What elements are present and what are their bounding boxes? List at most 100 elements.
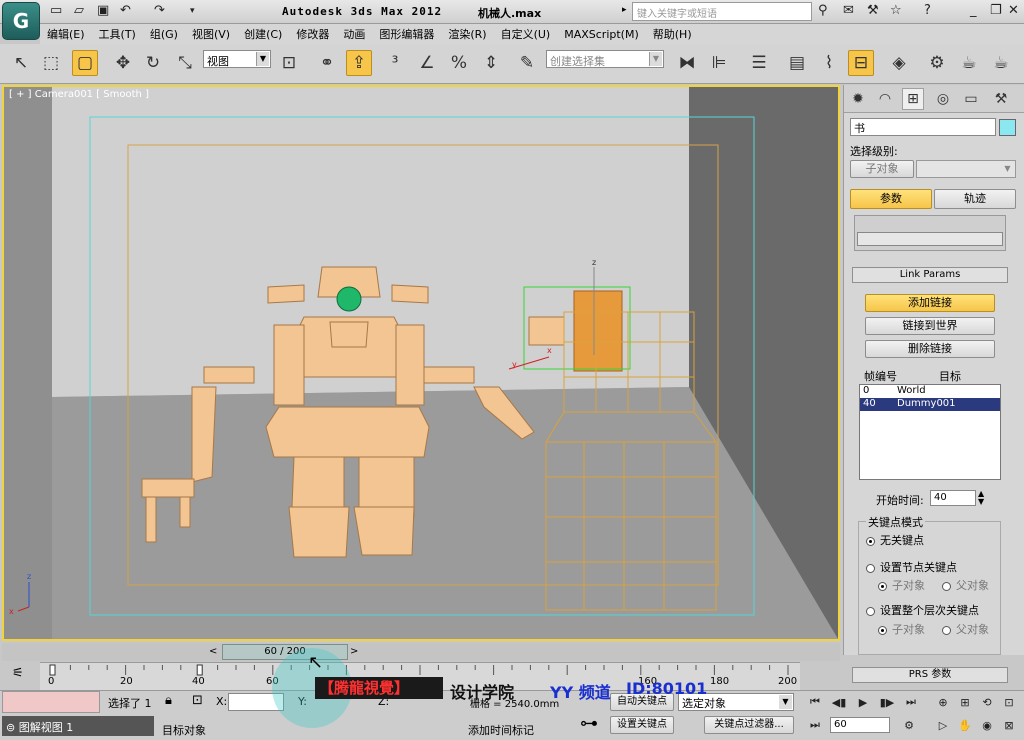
align-icon[interactable]: ⊫ bbox=[706, 50, 732, 76]
edit-named-selection-icon[interactable]: ✎ bbox=[514, 50, 540, 76]
viewport-maximize-icon[interactable]: ⊠ bbox=[1000, 717, 1018, 733]
menu-tools[interactable]: 工具(T) bbox=[92, 26, 143, 42]
select-region-icon[interactable]: ⬚ bbox=[38, 50, 64, 76]
maximize-viewport-icon[interactable]: ⊡ bbox=[1000, 694, 1018, 710]
maxscript-listener[interactable] bbox=[2, 691, 100, 713]
link-row[interactable]: 0 World bbox=[860, 385, 1000, 398]
rotate-icon[interactable]: ↻ bbox=[140, 50, 166, 76]
keyframe-marker[interactable] bbox=[196, 664, 203, 676]
hierarchy-tab-icon[interactable]: ⊞ bbox=[902, 88, 924, 110]
add-time-tag[interactable]: 添加时间标记 bbox=[468, 722, 534, 738]
move-icon[interactable]: ✥ bbox=[110, 50, 136, 76]
link-list[interactable]: 0 World 40 Dummy001 bbox=[859, 384, 1001, 480]
current-frame-field[interactable]: 60 bbox=[830, 717, 890, 733]
sub-object-button[interactable]: 子对象 bbox=[850, 160, 914, 178]
menu-maxscript[interactable]: MAXScript(M) bbox=[557, 28, 646, 41]
menu-create[interactable]: 创建(C) bbox=[237, 26, 289, 42]
reference-coord-dropdown[interactable]: 视图 ▼ bbox=[203, 50, 271, 68]
set-key-icon[interactable]: ⊶ bbox=[580, 713, 598, 734]
search-expand-icon[interactable]: ▸ bbox=[622, 5, 627, 15]
angle-snap-icon[interactable]: ∠ bbox=[414, 50, 440, 76]
snaps-toggle-icon[interactable]: ³ bbox=[382, 50, 408, 76]
link-row-selected[interactable]: 40 Dummy001 bbox=[860, 398, 1000, 411]
params-tab-button[interactable]: 参数 bbox=[850, 189, 932, 209]
minimize-icon[interactable]: _ bbox=[970, 3, 977, 18]
motion-tab-icon[interactable]: ◎ bbox=[932, 88, 954, 110]
material-editor-icon[interactable]: ◈ bbox=[886, 50, 912, 76]
no-key-option[interactable]: 无关键点 bbox=[866, 532, 924, 548]
tools-icon[interactable]: ⚒ bbox=[867, 3, 879, 18]
link-icon[interactable]: ⚭ bbox=[314, 50, 340, 76]
restore-icon[interactable]: ❐ bbox=[990, 3, 1002, 18]
key-filters-button[interactable]: 关键点过滤器... bbox=[704, 716, 794, 734]
create-tab-icon[interactable]: ✹ bbox=[847, 88, 869, 110]
help-icon[interactable]: ? bbox=[924, 3, 931, 18]
app-logo[interactable]: G bbox=[2, 2, 40, 40]
object-color-swatch[interactable] bbox=[999, 119, 1016, 136]
menu-graph-editors[interactable]: 图形编辑器 bbox=[372, 26, 441, 42]
hierarchy-parent-option[interactable]: 父对象 bbox=[942, 621, 989, 637]
zoom-all-icon[interactable]: ⊞ bbox=[956, 694, 974, 710]
menu-views[interactable]: 视图(V) bbox=[185, 26, 237, 42]
menu-group[interactable]: 组(G) bbox=[143, 26, 185, 42]
prev-frame-icon[interactable]: ◀▮ bbox=[830, 694, 848, 710]
orbit-icon[interactable]: ⟲ bbox=[978, 694, 996, 710]
communication-icon[interactable]: ✉ bbox=[843, 3, 854, 18]
mini-curve-editor-icon[interactable]: ⚟ bbox=[12, 666, 24, 681]
spinner-arrows-icon[interactable]: ▲ ▼ bbox=[978, 490, 984, 506]
keyframe-marker[interactable] bbox=[49, 664, 56, 676]
schematic-view-icon[interactable]: ⊟ bbox=[848, 50, 874, 76]
open-file-icon[interactable]: ▱ bbox=[74, 3, 84, 18]
curve-editor-icon[interactable]: ⌇ bbox=[816, 50, 842, 76]
render-production-icon[interactable]: ☕ bbox=[988, 50, 1014, 76]
sub-object-dropdown[interactable]: ▼ bbox=[916, 160, 1016, 178]
object-name-field[interactable]: 书 bbox=[850, 118, 996, 136]
goto-end-icon[interactable]: ⏭ bbox=[902, 694, 920, 710]
play-icon[interactable]: ▶ bbox=[854, 694, 872, 710]
link-to-world-button[interactable]: 链接到世界 bbox=[865, 317, 995, 335]
node-parent-option[interactable]: 父对象 bbox=[942, 577, 989, 593]
pan-icon[interactable]: ✋ bbox=[956, 717, 974, 733]
panel-scroll-area[interactable] bbox=[854, 215, 1006, 251]
hierarchy-key-option[interactable]: 设置整个层次关键点 bbox=[866, 602, 979, 618]
favorites-star-icon[interactable]: ☆ bbox=[890, 3, 902, 18]
menu-rendering[interactable]: 渲染(R) bbox=[441, 26, 493, 42]
orbit-camera-icon[interactable]: ◉ bbox=[978, 717, 996, 733]
search-input[interactable]: 键入关键字或短语 bbox=[632, 2, 812, 21]
schematic-view-tab[interactable]: ⊜ 图解视图 1 bbox=[2, 716, 154, 736]
new-file-icon[interactable]: ▭ bbox=[50, 3, 62, 18]
key-mode-toggle-icon[interactable]: ⏭ bbox=[806, 717, 824, 733]
add-link-button[interactable]: 添加链接 bbox=[865, 294, 995, 312]
next-frame-icon[interactable]: ▮▶ bbox=[878, 694, 896, 710]
spinner-snap-icon[interactable]: ⇕ bbox=[478, 50, 504, 76]
zoom-icon[interactable]: ⊕ bbox=[934, 694, 952, 710]
named-selection-set-dropdown[interactable]: 创建选择集 ▼ bbox=[546, 50, 664, 68]
quick-access-dropdown-icon[interactable]: ▾ bbox=[190, 6, 195, 16]
start-time-spinner[interactable]: 40 bbox=[930, 490, 976, 506]
next-frame-arrow-icon[interactable]: > bbox=[350, 646, 358, 657]
camera-viewport[interactable]: y z x z x [ + ] Camera001 [ Smooth ] bbox=[2, 85, 840, 641]
menu-animation[interactable]: 动画 bbox=[336, 26, 372, 42]
field-of-view-icon[interactable]: ▷ bbox=[934, 717, 952, 733]
pivot-center-icon[interactable]: ⊡ bbox=[276, 50, 302, 76]
set-key-button[interactable]: 设置关键点 bbox=[610, 716, 674, 734]
display-tab-icon[interactable]: ▭ bbox=[960, 88, 982, 110]
lock-icon[interactable]: 🔒︎ bbox=[165, 693, 172, 708]
layer-manager-icon[interactable]: ☰ bbox=[746, 50, 772, 76]
prev-frame-arrow-icon[interactable]: < bbox=[209, 646, 217, 657]
utilities-tab-icon[interactable]: ⚒ bbox=[990, 88, 1012, 110]
percent-snap-icon[interactable]: % bbox=[446, 50, 472, 76]
time-config-icon[interactable]: ⚙ bbox=[900, 717, 918, 733]
redo-icon[interactable]: ↷ bbox=[154, 3, 165, 18]
link-params-rollout[interactable]: Link Params bbox=[852, 267, 1008, 283]
delete-link-button[interactable]: 删除链接 bbox=[865, 340, 995, 358]
viewport-label[interactable]: [ + ] Camera001 [ Smooth ] bbox=[9, 89, 149, 100]
horizontal-scrollbar[interactable] bbox=[857, 232, 1003, 246]
mirror-icon[interactable]: ⧓ bbox=[674, 50, 700, 76]
select-object-icon[interactable]: ↖ bbox=[8, 50, 34, 76]
scale-icon[interactable]: ⤡ bbox=[172, 50, 198, 76]
window-crossing-icon[interactable]: ▢ bbox=[72, 50, 98, 76]
save-icon[interactable]: ▣ bbox=[97, 3, 109, 18]
close-icon[interactable]: ✕ bbox=[1008, 3, 1019, 18]
node-child-option[interactable]: 子对象 bbox=[878, 577, 925, 593]
